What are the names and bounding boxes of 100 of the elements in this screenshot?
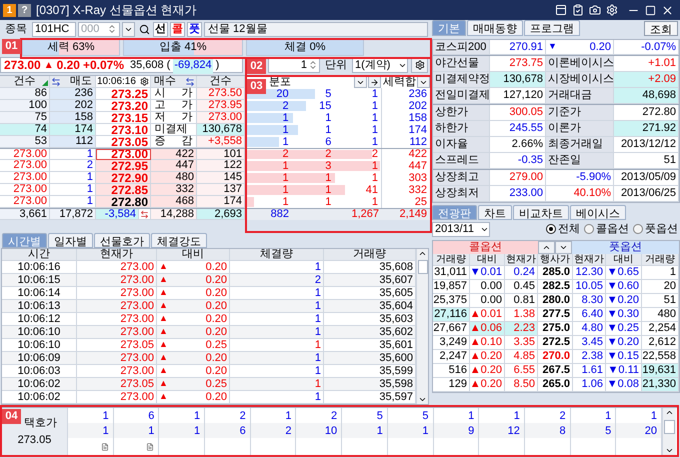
table-cell: ▲0.20 [470,378,505,392]
table-cell: 273.10 [96,124,151,136]
radio-option[interactable]: 콜옵션 [584,220,629,238]
table-cell-text: 1 [370,172,380,184]
scroll-up-icon[interactable] [418,249,427,258]
table-cell: 19,857 [433,280,470,294]
dropdown-button[interactable] [122,22,135,36]
table-cell: 4.80 [573,322,606,336]
table-cell: 273.00 [0,172,50,184]
table-cell-text: 15 [318,100,332,112]
table-cell: 14,288 [151,209,197,220]
table-cell: 272.85 [96,184,151,196]
code-field[interactable]: 101HC [32,22,76,36]
change-arrow: ▲ [159,299,168,312]
table-cell: 2013/05/09 [614,170,679,186]
spinner-icon[interactable] [107,24,117,34]
tab[interactable]: 차트 [478,205,512,220]
radio-icon[interactable] [584,224,594,234]
tab[interactable]: 체결강도 [151,233,207,248]
change-arrow: ▲ [159,286,168,300]
table-cell: 0.00 [470,294,505,308]
column-header: 현재가 [574,253,604,267]
sort-up-button[interactable] [538,241,555,254]
tab[interactable]: 매매동향 [467,20,523,36]
instrument-button[interactable]: 풋 [187,22,202,36]
new-window-icon[interactable] [555,4,567,16]
table-cell: 1 [388,423,434,440]
table-cell: 86 [0,88,50,100]
query-button[interactable]: 조회 [644,21,678,36]
table-cell: 20 [642,280,679,294]
table-cell: ▼0.08 [606,378,642,392]
table-cell: 480 [642,308,679,322]
camera-icon[interactable] [589,4,601,16]
document-icon[interactable] [146,442,154,450]
search-icon [138,24,150,34]
instrument-button[interactable]: 콜 [170,22,185,36]
scroll-down-icon[interactable] [665,446,674,455]
tab[interactable]: 프로그램 [524,20,580,36]
table-cell-text: 1 [282,172,290,184]
current-price: 273.00 [4,57,41,74]
table-cell: 1 [342,423,388,440]
dropdown-button[interactable] [354,76,367,88]
sort-down-button[interactable] [555,241,572,254]
settings-icon[interactable] [140,77,149,86]
volume: 35,608 [130,58,164,74]
scroll-thumb[interactable] [664,420,675,434]
arrow-button[interactable] [368,76,381,88]
instrument-field: 선물 12월물 [204,22,428,36]
swap-icon[interactable] [140,210,149,218]
table-cell: 53 [0,136,50,148]
tab[interactable]: 일자별 [48,233,93,248]
document-icon[interactable] [100,442,109,450]
tab[interactable]: 선물호가 [94,233,150,248]
table-cell: 273.00 [96,149,151,160]
table-cell: 51 [642,294,679,308]
radio-option[interactable]: 전체 [546,220,580,238]
gauge-label: 입출 41% [158,40,208,55]
table-cell: 270.0 [538,350,573,364]
table-cell: 6.40 [573,308,606,322]
radio-icon[interactable] [633,224,643,234]
scroll-up-icon[interactable] [665,408,674,417]
scrollbar[interactable] [662,408,676,455]
table-cell: 2.66% [490,137,546,153]
table-cell: 272.5 [538,336,573,350]
change-arrow: ▲ [159,364,168,378]
dropdown-button[interactable] [417,76,430,88]
instrument-button[interactable]: 선 [153,22,168,36]
tab[interactable]: 비교차트 [513,205,569,220]
tab[interactable]: 베이시스 [570,205,626,220]
table-cell: 1 [50,196,96,208]
table-cell: 6.55 [505,364,538,378]
table-cell: 127,120 [490,88,546,104]
maximize-icon[interactable] [645,4,656,16]
table-cell: 233.00 [490,186,546,202]
radio-icon[interactable] [546,224,556,234]
clipboard-icon[interactable] [572,4,584,16]
table-cell: 1 [230,391,324,404]
scroll-down-icon[interactable] [418,395,427,404]
table-cell-text: 1 [282,196,290,208]
spinner-icon[interactable] [308,60,318,70]
section-header: 콜옵션 [433,241,538,254]
swap-icon[interactable] [51,76,61,86]
table-cell: ▼0.20 [606,336,642,350]
swap-icon[interactable] [185,76,195,86]
table-cell: 2,693 [197,209,245,220]
row-label: 고 가 [151,100,197,112]
table-cell: 273.15 [96,112,151,124]
close-icon[interactable] [661,4,674,16]
table-cell-text: 2 [282,149,290,160]
table-cell: 22,558 [642,350,679,364]
month-select[interactable]: 2013/11 [432,222,490,236]
table-cell: 이론베이시스 [546,56,614,72]
scrollbar[interactable] [416,249,428,404]
scroll-thumb[interactable] [418,260,428,274]
table-cell: 75 [0,112,50,124]
callout-badge: 01 [2,39,21,54]
table-cell: ▼0.20 [606,294,642,308]
row-label: 미결제 [151,124,197,136]
radio-option[interactable]: 풋옵션 [633,220,678,238]
table-cell: 2.23 [505,322,538,336]
